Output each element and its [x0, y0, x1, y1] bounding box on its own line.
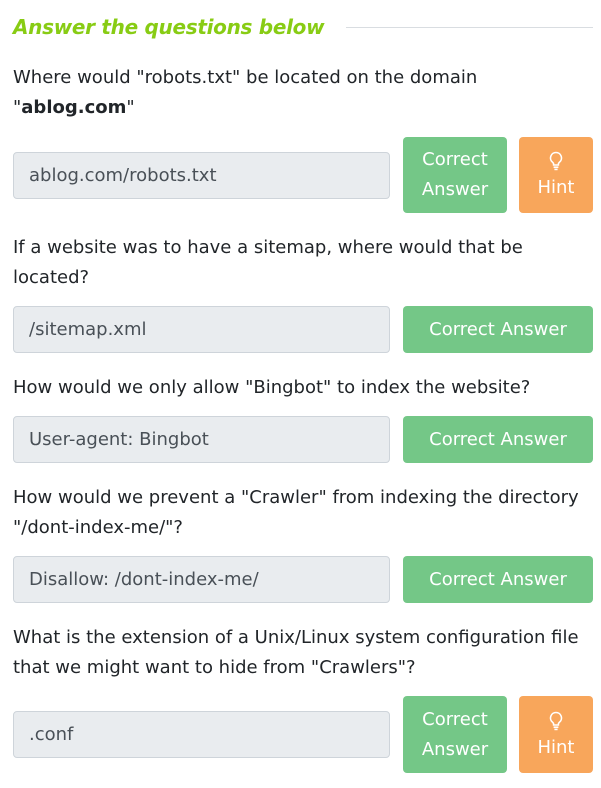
lightbulb-icon: [549, 711, 563, 730]
question-1-answer-field[interactable]: ablog.com/robots.txt: [13, 152, 390, 199]
question-3-answer-field[interactable]: User-agent: Bingbot: [13, 416, 390, 463]
question-5-hint-button[interactable]: Hint: [519, 696, 593, 773]
lightbulb-icon: [549, 151, 563, 171]
question-2-answer-field[interactable]: /sitemap.xml: [13, 306, 390, 353]
question-4-text: How would we prevent a "Crawler" from in…: [13, 487, 579, 538]
question-5-text: What is the extension of a Unix/Linux sy…: [13, 627, 579, 678]
question-5-correct-answer-button[interactable]: Correct Answer: [403, 696, 507, 773]
question-3-correct-answer-button[interactable]: Correct Answer: [403, 416, 593, 463]
question-1-text-end: ": [126, 97, 135, 118]
question-1-hint-button[interactable]: Hint: [519, 137, 593, 213]
question-1-correct-answer-button[interactable]: Correct Answer: [403, 137, 507, 213]
question-4-correct-answer-button[interactable]: Correct Answer: [403, 556, 593, 603]
section-title: Answer the questions below: [13, 15, 325, 39]
correct-label-line2: Answer: [421, 738, 489, 760]
question-2-text: If a website was to have a sitemap, wher…: [13, 237, 523, 288]
question-5-answer-field[interactable]: .conf: [13, 711, 390, 758]
question-2-correct-answer-button[interactable]: Correct Answer: [403, 306, 593, 353]
question-1-domain: ablog.com: [21, 97, 127, 118]
header-divider: [346, 26, 593, 28]
correct-label-line2: Answer: [421, 179, 489, 200]
questions-header: Answer the questions below: [13, 12, 593, 42]
hint-label: Hint: [537, 177, 575, 198]
question-3-text: How would we only allow "Bingbot" to ind…: [13, 377, 531, 398]
question-1-text: Where would "robots.txt" be located on t…: [13, 63, 593, 123]
correct-label-line1: Correct: [422, 149, 488, 170]
correct-label-line1: Correct: [422, 708, 488, 730]
question-4-answer-field[interactable]: Disallow: /dont-index-me/: [13, 556, 390, 603]
hint-label: Hint: [537, 736, 575, 758]
